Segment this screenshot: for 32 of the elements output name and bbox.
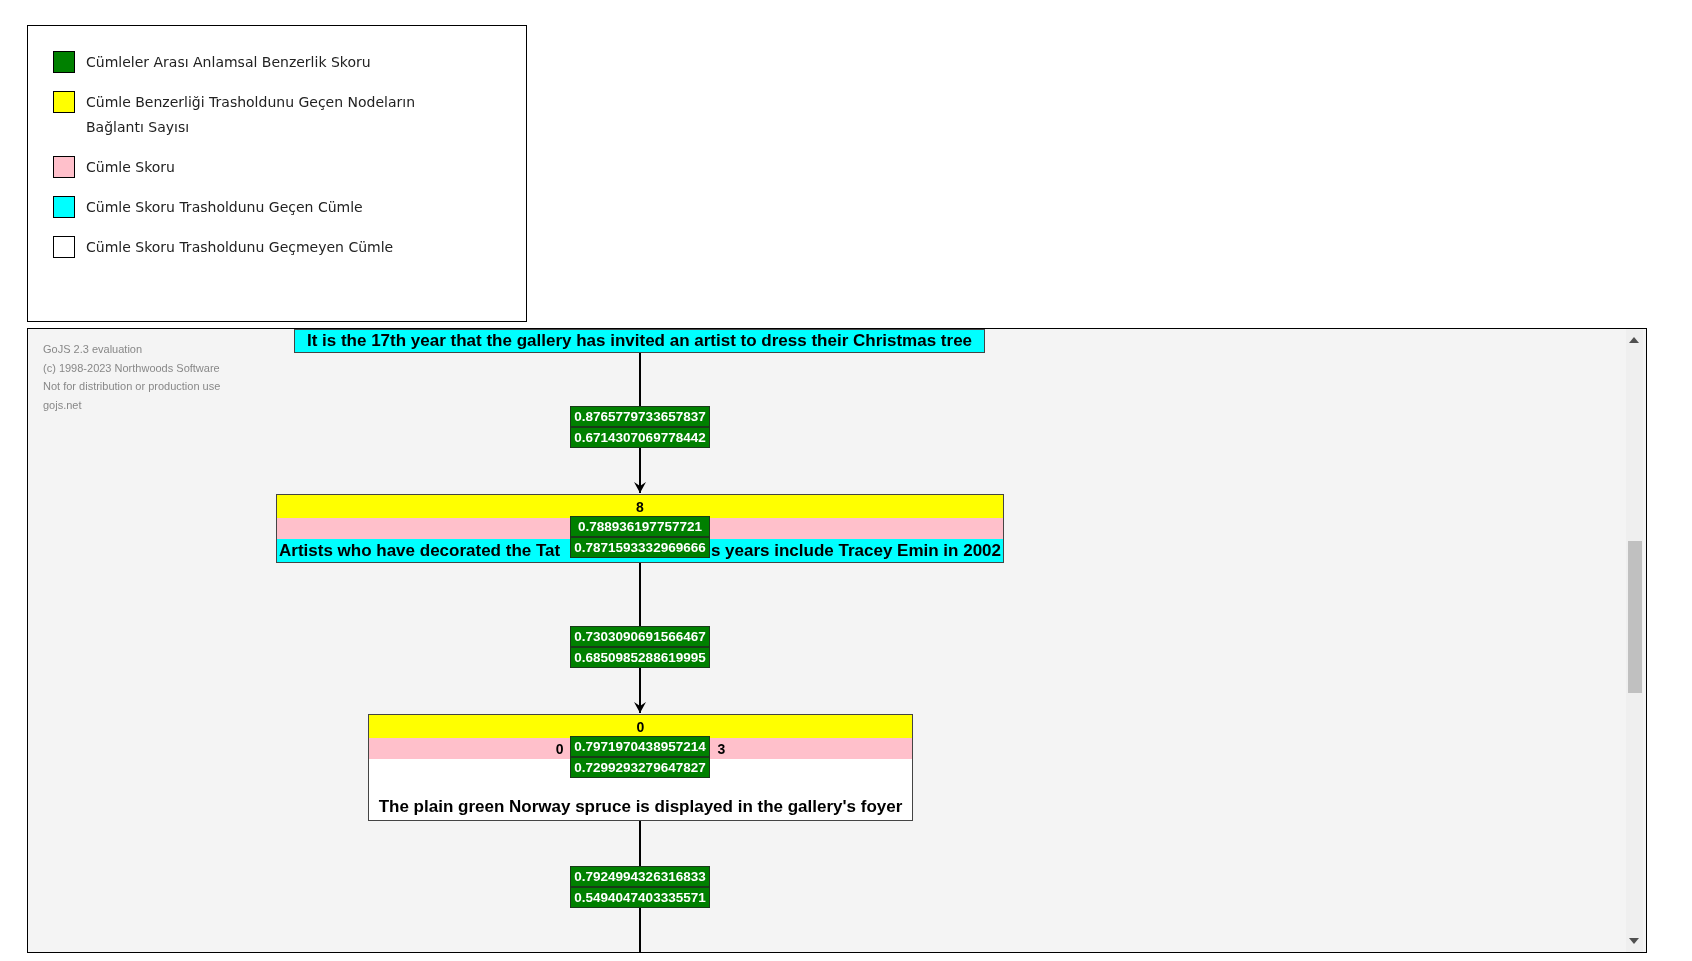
similarity-score: 0.788936197757721 <box>570 516 710 537</box>
scrollbar[interactable] <box>1626 329 1643 952</box>
legend-label: Cümleler Arası Anlamsal Benzerlik Skoru <box>86 53 372 72</box>
similarity-score: 0.6714307069778442 <box>570 427 710 448</box>
sentence-node[interactable]: It is the 17th year that the gallery has invited an artist to dress their Christmas tree <box>294 329 985 353</box>
similarity-score: 0.7299293279647827 <box>570 757 710 778</box>
watermark-text: (c) 1998-2023 Northwoods Software <box>43 360 221 376</box>
watermark-text: Not for distribution or production use <box>43 379 221 394</box>
similarity-score: 0.7303090691566467 <box>570 626 710 647</box>
similarity-score: 0.7971970438957214 <box>570 736 710 757</box>
sentence-text: It is the 17th year that the gallery has invited an artist to dress their Christmas tree <box>306 331 973 351</box>
scroll-down-icon[interactable] <box>1629 938 1639 944</box>
sentence-score: 0 <box>555 740 564 757</box>
similarity-score: 0.7871593332969666 <box>570 537 710 558</box>
sentence-text: Artists who have decorated the Tat <box>279 540 561 561</box>
sentence-text: The plain green Norway spruce is displayed in the gallery's foyer <box>378 797 903 817</box>
legend-label: Cümle Skoru Trasholdunu Geçen Cümle <box>86 198 364 217</box>
legend-label: Cümle Skoru <box>86 158 176 177</box>
similarity-score: 0.5494047403335571 <box>570 887 710 908</box>
similarity-score: 0.6850985288619995 <box>570 647 710 668</box>
watermark-text: GoJS 2.3 evaluation <box>43 342 144 357</box>
link-count: 8 <box>636 498 644 515</box>
sentence-text: s years include Tracey Emin in 2002 <box>710 540 1001 561</box>
scrollbar-thumb[interactable] <box>1628 541 1642 693</box>
scroll-up-icon[interactable] <box>1629 337 1639 343</box>
watermark-text: gojs.net <box>43 397 83 413</box>
legend-label: Cümle Benzerliği Trasholdunu Geçen Nodeların Bağlantı Sayısı <box>86 93 417 137</box>
legend-label: Cümle Skoru Trasholdunu Geçmeyen Cümle <box>86 238 395 257</box>
sentence-score: 3 <box>717 740 726 757</box>
link-count: 0 <box>636 718 645 735</box>
similarity-score: 0.7924994326316833 <box>570 866 710 887</box>
similarity-score: 0.8765779733657837 <box>570 406 710 427</box>
